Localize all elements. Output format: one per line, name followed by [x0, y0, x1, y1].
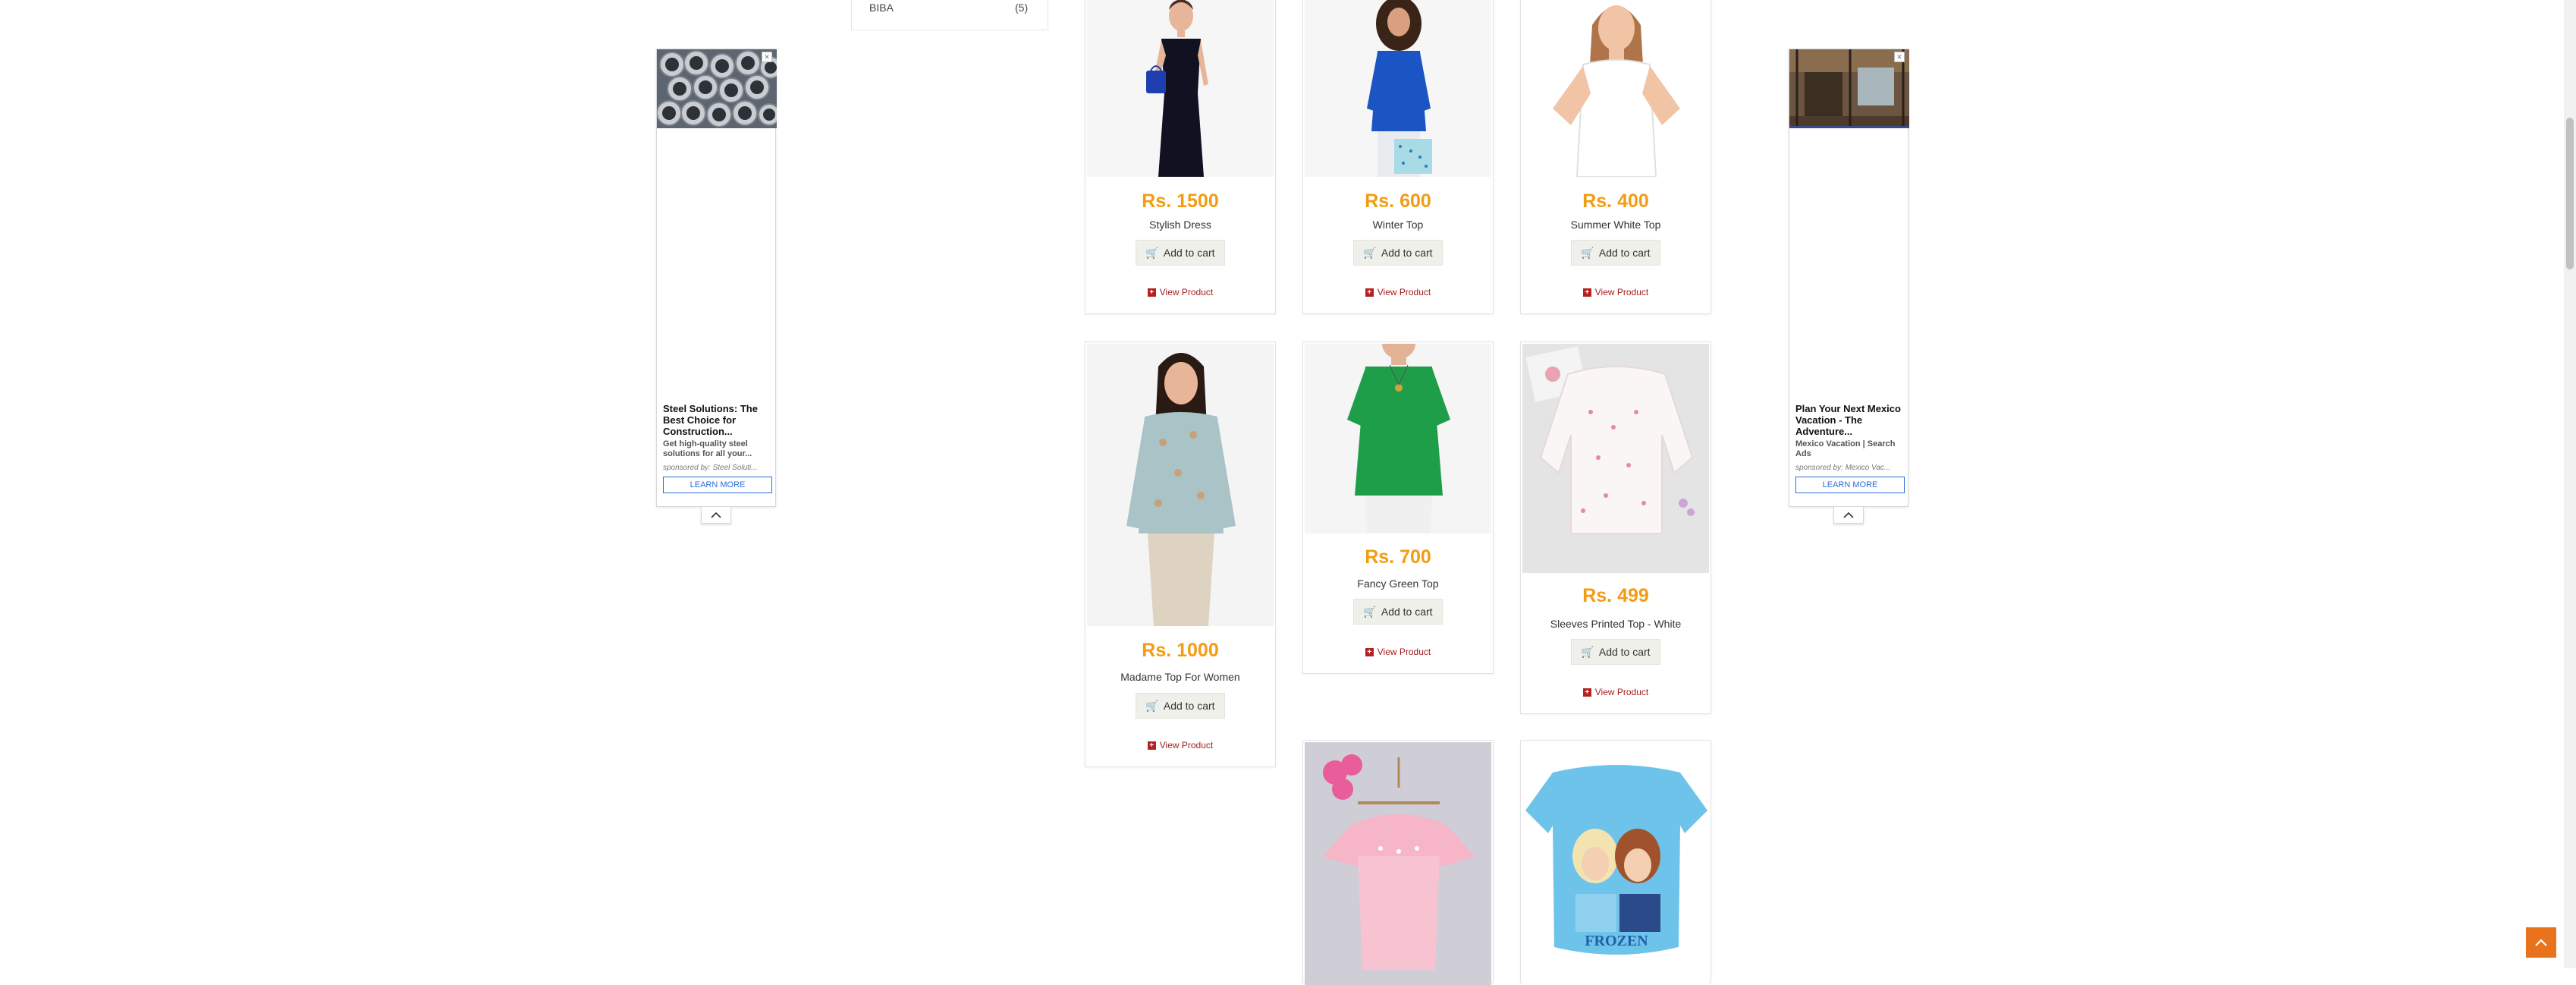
- view-product-link[interactable]: + View Product: [1085, 740, 1275, 751]
- ad-image-steel-pipes[interactable]: [657, 49, 777, 128]
- product-card: Rs. 1000 Madame Top For Women 🛒 Add to ca…: [1085, 341, 1276, 767]
- view-product-link[interactable]: + View Product: [1521, 687, 1711, 697]
- ad-close-icon[interactable]: ✕: [762, 52, 772, 62]
- view-product-link[interactable]: + View Product: [1303, 287, 1493, 297]
- cart-icon: 🛒: [1363, 605, 1377, 618]
- product-price: Rs. 700: [1365, 546, 1431, 568]
- product-image[interactable]: [1522, 344, 1709, 573]
- add-to-cart-label: Add to cart: [1163, 700, 1215, 712]
- plus-square-icon: +: [1582, 288, 1591, 297]
- add-to-cart-button[interactable]: 🛒 Add to cart: [1353, 240, 1443, 266]
- add-to-cart-button[interactable]: 🛒 Add to cart: [1571, 639, 1660, 665]
- add-to-cart-button[interactable]: 🛒 Add to cart: [1571, 240, 1660, 266]
- add-to-cart-label: Add to cart: [1381, 606, 1433, 618]
- add-to-cart-button[interactable]: 🛒 Add to cart: [1136, 693, 1225, 719]
- ad-description: Mexico Vacation | Search Ads: [1795, 439, 1896, 458]
- add-to-cart-label: Add to cart: [1598, 247, 1651, 259]
- add-to-cart-button[interactable]: 🛒 Add to cart: [1136, 240, 1225, 266]
- add-to-cart-label: Add to cart: [1163, 247, 1215, 259]
- cart-icon: 🛒: [1145, 699, 1159, 712]
- plus-square-icon: +: [1582, 688, 1591, 697]
- product-name[interactable]: Winter Top: [1303, 219, 1493, 231]
- product-card: Rs. 400 Summer White Top 🛒 Add to cart + V…: [1520, 0, 1711, 314]
- view-product-label: View Product: [1377, 647, 1431, 657]
- product-card: FROZEN: [1520, 740, 1711, 985]
- chevron-up-icon: [2535, 939, 2547, 946]
- product-image[interactable]: [1305, 344, 1491, 533]
- product-image[interactable]: [1305, 742, 1491, 985]
- product-image[interactable]: FROZEN: [1522, 742, 1709, 985]
- ad-left[interactable]: ✕ Steel Solutions: The Best Choice for C…: [656, 49, 777, 507]
- product-image[interactable]: [1087, 344, 1274, 626]
- ad-learn-more-button[interactable]: LEARN MORE: [663, 477, 772, 493]
- ad-learn-more-button[interactable]: LEARN MORE: [1795, 477, 1905, 493]
- ad-close-icon[interactable]: ✕: [1894, 52, 1905, 62]
- brand-filter-count: (5): [1015, 2, 1029, 14]
- add-to-cart-button[interactable]: 🛒 Add to cart: [1353, 599, 1443, 625]
- add-to-cart-label: Add to cart: [1381, 247, 1433, 259]
- product-price: Rs. 1000: [1142, 640, 1219, 661]
- product-image[interactable]: [1087, 0, 1274, 177]
- plus-square-icon: +: [1147, 288, 1156, 297]
- ad-collapse-button[interactable]: [1833, 507, 1864, 524]
- product-name[interactable]: Sleeves Printed Top - White: [1521, 618, 1711, 630]
- view-product-label: View Product: [1594, 287, 1649, 297]
- product-image[interactable]: [1522, 0, 1709, 177]
- scrollbar-thumb[interactable]: [2566, 118, 2574, 269]
- view-product-label: View Product: [1594, 687, 1649, 697]
- ad-right[interactable]: ✕ Plan Your Next Mexico Vacation - The A…: [1789, 49, 1909, 507]
- view-product-link[interactable]: + View Product: [1521, 287, 1711, 297]
- plus-square-icon: +: [1365, 647, 1374, 656]
- product-image[interactable]: [1305, 0, 1491, 177]
- product-card: Rs. 1500 Stylish Dress 🛒 Add to cart + Vie…: [1085, 0, 1276, 314]
- product-price: Rs. 400: [1582, 190, 1649, 212]
- ad-title[interactable]: Plan Your Next Mexico Vacation - The Adv…: [1795, 403, 1903, 437]
- chevron-up-icon: [1843, 511, 1854, 518]
- product-price: Rs. 600: [1365, 190, 1431, 212]
- product-card: Rs. 499 Sleeves Printed Top - White 🛒 Add…: [1520, 341, 1711, 714]
- ad-title[interactable]: Steel Solutions: The Best Choice for Con…: [663, 403, 771, 437]
- view-product-link[interactable]: + View Product: [1085, 287, 1275, 297]
- product-card: Rs. 600 Winter Top 🛒 Add to cart + View Pr…: [1302, 0, 1494, 314]
- view-product-label: View Product: [1159, 740, 1214, 751]
- view-product-label: View Product: [1377, 287, 1431, 297]
- frozen-print-text: FROZEN: [1585, 933, 1648, 949]
- cart-icon: 🛒: [1363, 246, 1377, 259]
- product-card: Rs. 700 Fancy Green Top 🛒 Add to cart + Vi…: [1302, 341, 1494, 674]
- product-price: Rs. 1500: [1142, 190, 1219, 212]
- product-price: Rs. 499: [1582, 585, 1649, 606]
- view-product-link[interactable]: + View Product: [1303, 647, 1493, 657]
- product-card: [1302, 740, 1494, 985]
- product-name[interactable]: Stylish Dress: [1085, 219, 1275, 231]
- product-name[interactable]: Summer White Top: [1521, 219, 1711, 231]
- product-name[interactable]: Fancy Green Top: [1303, 577, 1493, 590]
- ad-sponsor: sponsored by: Mexico Vac...: [1795, 464, 1891, 472]
- cart-icon: 🛒: [1581, 246, 1594, 259]
- cart-icon: 🛒: [1581, 645, 1594, 658]
- view-product-label: View Product: [1159, 287, 1214, 297]
- ad-collapse-button[interactable]: [701, 507, 731, 524]
- cart-icon: 🛒: [1145, 246, 1159, 259]
- ad-description: Get high-quality steel solutions for all…: [663, 439, 752, 458]
- plus-square-icon: +: [1365, 288, 1374, 297]
- ad-image-wooden-house[interactable]: [1789, 49, 1909, 128]
- plus-square-icon: +: [1147, 741, 1156, 750]
- product-name[interactable]: Madame Top For Women: [1085, 671, 1275, 683]
- chevron-up-icon: [711, 511, 721, 518]
- ad-sponsor: sponsored by: Steel Soluti...: [663, 464, 758, 472]
- add-to-cart-label: Add to cart: [1598, 646, 1651, 658]
- back-to-top-button[interactable]: [2526, 927, 2556, 958]
- brand-filter-label[interactable]: BIBA: [869, 2, 894, 14]
